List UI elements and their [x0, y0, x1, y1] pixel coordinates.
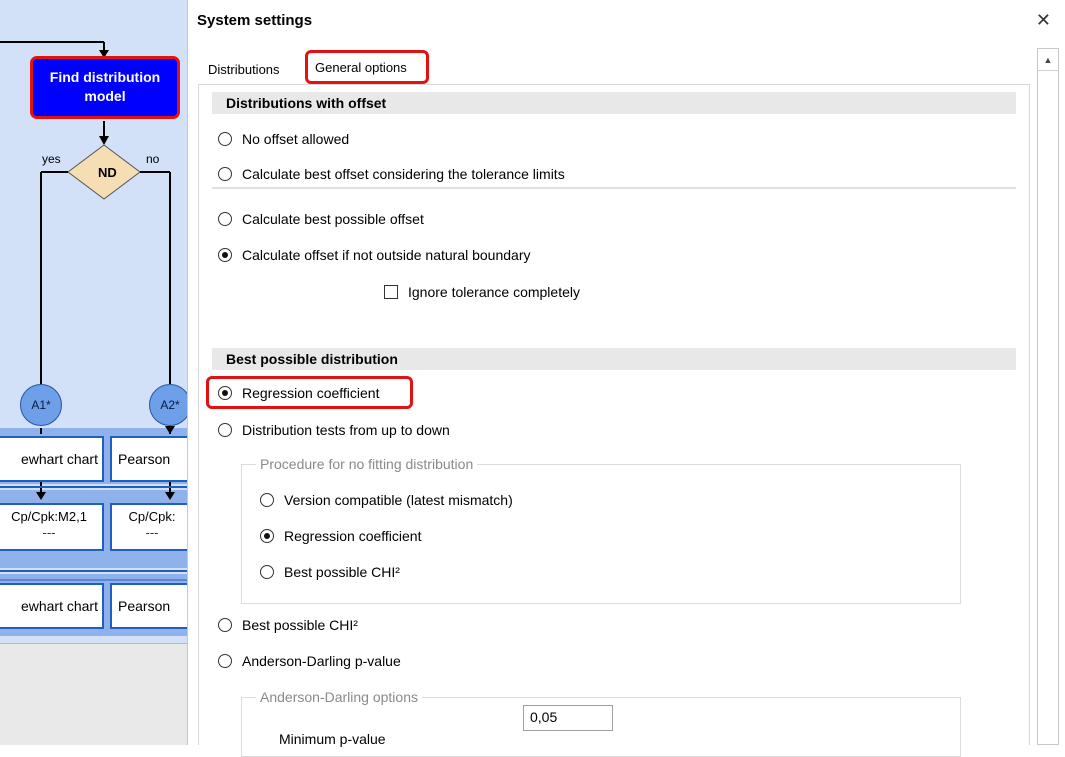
yes-label: yes [42, 152, 61, 166]
option-label: Calculate best possible offset [242, 211, 424, 227]
vertical-scrollbar[interactable]: ▲ [1037, 48, 1059, 745]
option-label: Version compatible (latest mismatch) [284, 492, 513, 508]
radio-button-selected-icon[interactable] [218, 386, 232, 400]
radio-button-icon[interactable] [218, 132, 232, 146]
radio-best-offset-tolerance[interactable]: Calculate best offset considering the to… [218, 166, 565, 182]
option-label: Anderson-Darling p-value [242, 653, 401, 669]
no-label: no [146, 152, 160, 166]
system-settings-dialog: System settings ✕ Distributions General … [188, 0, 1065, 757]
section-header-best-distribution: Best possible distribution [212, 348, 1016, 370]
minimum-p-value-input[interactable]: 0,05 [523, 705, 613, 731]
radio-no-offset[interactable]: No offset allowed [218, 131, 349, 147]
flow-box-cp-right[interactable]: Cp/Cpk: --- [110, 503, 187, 551]
radio-button-icon[interactable] [218, 167, 232, 181]
radio-button-selected-icon[interactable] [218, 248, 232, 262]
radio-best-chi[interactable]: Best possible CHI² [218, 617, 358, 633]
radio-button-icon[interactable] [260, 565, 274, 579]
flow-box-pearson-1[interactable]: Pearson [110, 436, 187, 482]
radio-button-icon[interactable] [218, 423, 232, 437]
section-divider [212, 187, 1016, 189]
radio-button-selected-icon[interactable] [260, 529, 274, 543]
tab-general-options[interactable]: General options [305, 50, 429, 84]
flowchart-bottom-area [0, 643, 187, 745]
option-label: Calculate best offset considering the to… [242, 166, 565, 182]
decision-label: ND [98, 165, 117, 180]
radio-button-icon[interactable] [218, 654, 232, 668]
flow-box-label: Pearson [118, 598, 171, 614]
flow-box-label: ewhart chart [20, 451, 98, 467]
flow-box-shewhart-1[interactable]: ewhart chart [0, 436, 104, 482]
close-icon[interactable]: ✕ [1036, 10, 1051, 31]
option-label: Calculate offset if not outside natural … [242, 247, 531, 263]
radio-distribution-tests[interactable]: Distribution tests from up to down [218, 422, 450, 438]
radio-button-icon[interactable] [218, 618, 232, 632]
radio-best-possible-offset[interactable]: Calculate best possible offset [218, 211, 424, 227]
find-distribution-model-box[interactable]: Find distribution model [30, 56, 180, 119]
groupbox-title: Anderson-Darling options [256, 689, 422, 705]
groupbox-title: Procedure for no fitting distribution [256, 456, 478, 472]
flow-box-line2: --- [42, 525, 56, 540]
radio-regression-coefficient[interactable]: Regression coefficient [218, 385, 379, 401]
radio-offset-natural-boundary[interactable]: Calculate offset if not outside natural … [218, 247, 530, 263]
flowchart-panel: Find distribution model ND yes no A1* A2… [0, 0, 188, 745]
flow-box-pearson-2[interactable]: Pearson [110, 583, 187, 629]
option-label: Best possible CHI² [242, 617, 358, 633]
tab-label: General options [315, 60, 407, 75]
section-header-offset: Distributions with offset [212, 92, 1016, 114]
radio-version-compatible[interactable]: Version compatible (latest mismatch) [260, 492, 513, 508]
scroll-up-arrow-icon[interactable]: ▲ [1038, 49, 1058, 71]
radio-button-icon[interactable] [218, 212, 232, 226]
flow-box-shewhart-2[interactable]: ewhart chart [0, 583, 104, 629]
flow-box-line1: Cp/Cpk: [128, 509, 176, 524]
connector-a1[interactable]: A1* [20, 384, 62, 426]
checkbox-icon[interactable] [384, 285, 398, 299]
flow-box-line2: --- [145, 525, 159, 540]
flow-box-line1: Cp/Cpk:M2,1 [11, 509, 87, 524]
checkbox-ignore-tolerance[interactable]: Ignore tolerance completely [384, 284, 580, 300]
connector-a2[interactable]: A2* [149, 384, 187, 426]
flow-box-cp-left[interactable]: Cp/Cpk:M2,1 --- [0, 503, 104, 551]
dialog-title: System settings [197, 12, 313, 29]
flow-box-label: Pearson [118, 451, 171, 467]
radio-procedure-regression[interactable]: Regression coefficient [260, 528, 421, 544]
option-label: Best possible CHI² [284, 564, 400, 580]
option-label: Regression coefficient [284, 528, 422, 544]
tab-distributions[interactable]: Distributions [208, 62, 280, 77]
option-label: Regression coefficient [242, 385, 380, 401]
flow-box-label: ewhart chart [20, 598, 98, 614]
radio-button-icon[interactable] [260, 493, 274, 507]
tab-content-frame [198, 84, 1030, 745]
radio-procedure-chi[interactable]: Best possible CHI² [260, 564, 400, 580]
option-label: Distribution tests from up to down [242, 422, 450, 438]
radio-anderson-darling[interactable]: Anderson-Darling p-value [218, 653, 401, 669]
option-label: Ignore tolerance completely [408, 284, 580, 300]
option-label: No offset allowed [242, 131, 350, 147]
